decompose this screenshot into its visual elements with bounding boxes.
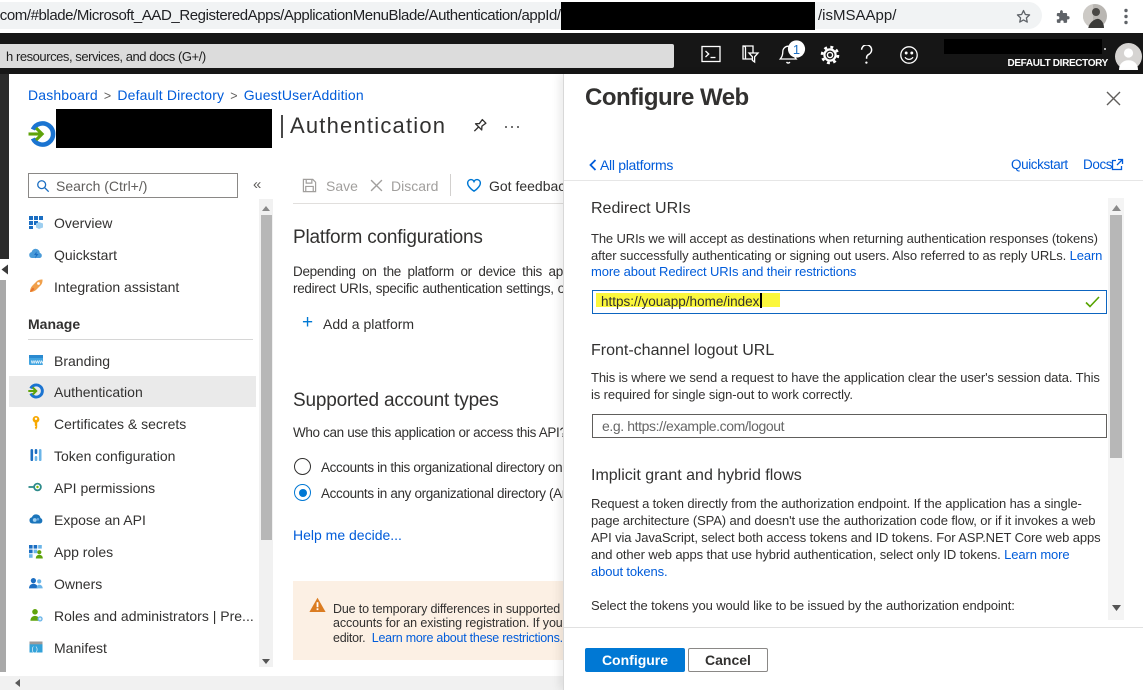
- svg-text:( ): ( ): [32, 646, 38, 653]
- svg-text:1: 1: [793, 42, 800, 57]
- svg-text:www: www: [30, 360, 44, 366]
